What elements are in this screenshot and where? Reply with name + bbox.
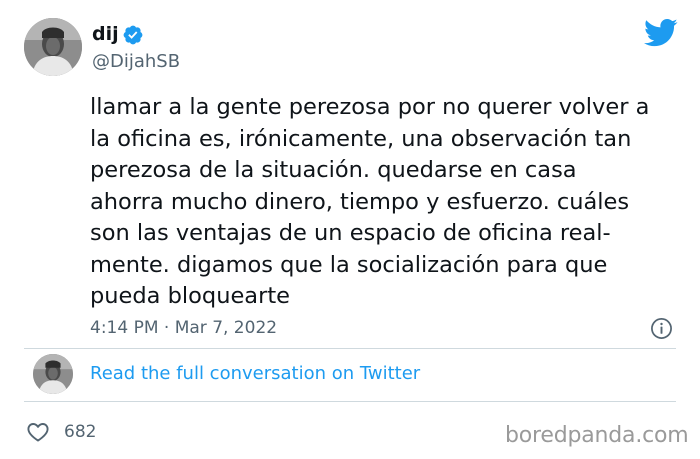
tweet-text-line: perezosa de la situación. quedarse en ca… — [90, 157, 577, 183]
tweet-text-line: son las ventajas de un espacio de oficin… — [90, 220, 611, 246]
like-count: 682 — [64, 422, 97, 442]
read-conversation-link[interactable]: Read the full conversation on Twitter — [90, 362, 420, 386]
tweet-text-line: mente. digamos que la socialización para… — [90, 251, 608, 278]
twitter-bird-icon[interactable] — [644, 18, 678, 48]
author-handle[interactable]: @DijahSB — [92, 50, 180, 74]
avatar[interactable] — [24, 18, 82, 76]
profile-photo-icon — [24, 18, 82, 76]
watermark: boredpanda.com — [505, 423, 689, 448]
tweet-text-line: pueda bloquearte — [90, 283, 290, 309]
heart-icon[interactable] — [26, 420, 50, 444]
tweet-text: llamar a la gente perezosa por no querer… — [90, 92, 690, 313]
verified-badge-icon — [123, 25, 143, 45]
tweet-text-line: la oficina es, irónicamente, una observa… — [90, 125, 632, 152]
avatar-small[interactable] — [33, 354, 73, 394]
tweet-timestamp[interactable]: 4:14 PM · Mar 7, 2022 — [90, 316, 277, 340]
tweet-text-line: ahorra mucho dinero, tiempo y esfuerzo. … — [90, 188, 630, 215]
profile-photo-icon — [33, 354, 73, 394]
info-icon[interactable] — [650, 317, 673, 340]
tweet-text-line: llamar a la gente perezosa por no querer… — [90, 94, 650, 120]
author-display-name[interactable]: dij — [92, 22, 119, 46]
divider — [24, 348, 676, 349]
divider — [24, 401, 676, 402]
